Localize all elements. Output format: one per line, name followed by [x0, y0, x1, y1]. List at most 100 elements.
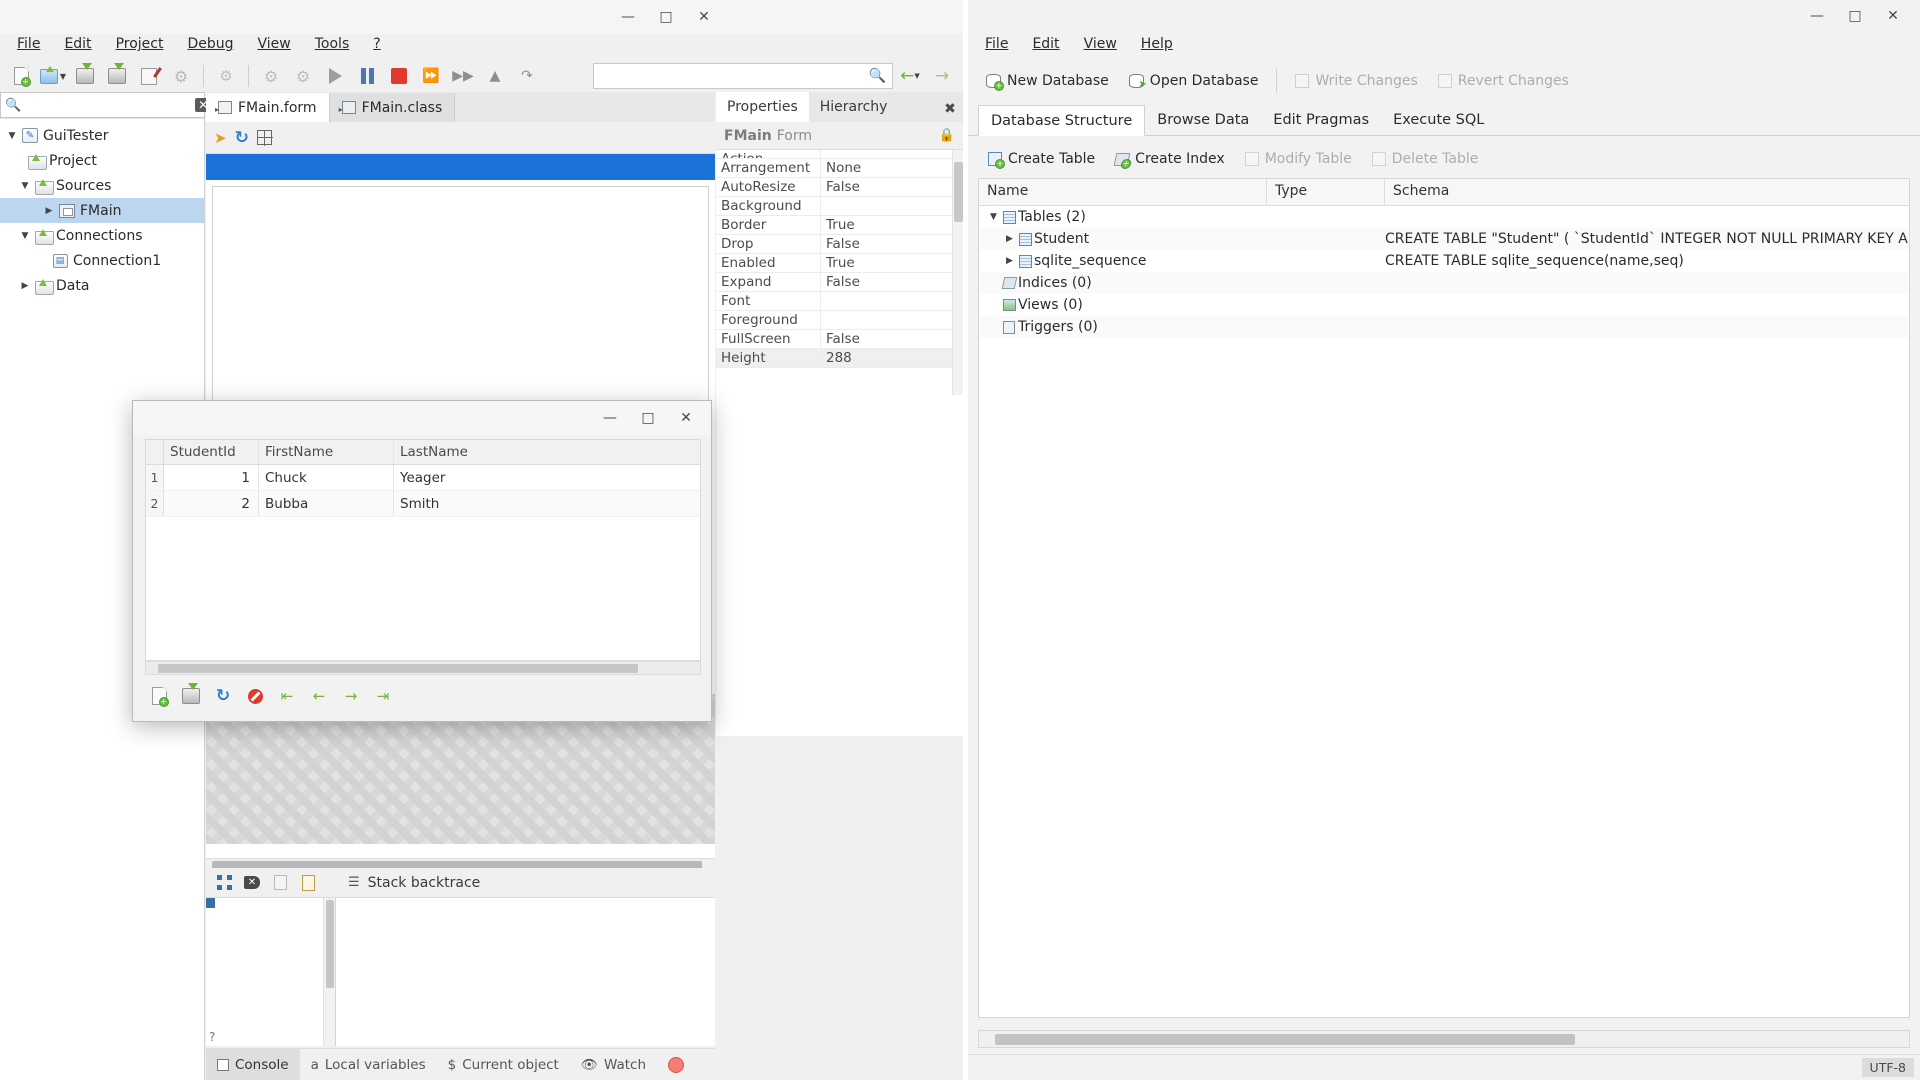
delete-table-button[interactable]: Delete Table — [1362, 146, 1489, 172]
scroll-thumb[interactable] — [326, 900, 334, 988]
refresh-icon[interactable]: ↻ — [209, 682, 237, 710]
cell-lastname[interactable]: Smith — [394, 491, 700, 516]
cancel-icon[interactable] — [241, 682, 269, 710]
tab-local-variables[interactable]: a Local variables — [300, 1049, 437, 1080]
save-icon[interactable] — [70, 61, 100, 91]
property-value[interactable] — [821, 311, 963, 329]
grid-icon[interactable] — [257, 130, 272, 145]
run-form-icon[interactable]: ➤ — [214, 129, 227, 147]
open-database-button[interactable]: ➤ Open Database — [1119, 68, 1269, 94]
property-value[interactable]: False — [821, 235, 963, 253]
write-changes-button[interactable]: Write Changes — [1285, 68, 1427, 94]
form-selection-band[interactable] — [206, 154, 715, 180]
step-out-icon[interactable]: ▲ — [480, 61, 510, 91]
tab-fmain-class[interactable]: ▸ FMain.class — [330, 93, 456, 122]
db-tree-hscrollbar[interactable] — [978, 1030, 1910, 1048]
first-icon[interactable]: ⇤ — [273, 682, 301, 710]
property-row[interactable]: Expand False — [716, 273, 963, 292]
properties-vscrollbar[interactable] — [952, 150, 963, 395]
close-button[interactable]: ✕ — [1874, 2, 1912, 30]
create-table-button[interactable]: + Create Table — [978, 146, 1105, 172]
property-row[interactable]: Background — [716, 197, 963, 216]
property-row[interactable]: Drop False — [716, 235, 963, 254]
tree-row-views[interactable]: Views (0) — [979, 294, 1909, 316]
property-row[interactable]: Arrangement None — [716, 159, 963, 178]
project-search-box[interactable]: 🔍 ✕ ✖ — [0, 92, 205, 118]
compile-icon[interactable]: ⚙ — [256, 61, 286, 91]
save-record-icon[interactable] — [177, 682, 205, 710]
property-value[interactable]: 288 — [821, 349, 963, 367]
pause-icon[interactable] — [352, 61, 382, 91]
clear-icon[interactable]: ✕ — [240, 871, 264, 895]
scroll-thumb[interactable] — [158, 664, 638, 673]
paste-icon[interactable] — [296, 871, 320, 895]
maximize-button[interactable]: □ — [647, 3, 685, 31]
property-value[interactable]: False — [821, 330, 963, 348]
tree-item-guitester[interactable]: ▼ ✎ GuiTester — [0, 123, 204, 148]
return-icon[interactable]: ↷ — [512, 61, 542, 91]
debug-left-pane[interactable]: ? — [206, 898, 336, 1046]
back-icon[interactable]: ←▼ — [895, 61, 925, 91]
tab-current-object[interactable]: $ Current object — [437, 1049, 570, 1080]
tree-row-indices[interactable]: Indices (0) — [979, 272, 1909, 294]
new-record-icon[interactable]: + — [145, 682, 173, 710]
data-grid[interactable]: StudentId FirstName LastName 1 1 Chuck Y… — [145, 439, 701, 661]
menu-edit[interactable]: Edit — [53, 32, 102, 56]
chevron-down-icon[interactable]: ▼ — [987, 212, 1000, 222]
chevron-right-icon[interactable]: ▶ — [1003, 256, 1016, 266]
column-header-lastname[interactable]: LastName — [394, 440, 700, 464]
revert-changes-button[interactable]: Revert Changes — [1428, 68, 1579, 94]
tab-browse-data[interactable]: Browse Data — [1145, 104, 1261, 135]
step-into-icon[interactable]: ▶▶ — [448, 61, 478, 91]
cell-studentid[interactable]: 2 — [164, 491, 259, 516]
create-index-button[interactable]: + Create Index — [1105, 146, 1235, 172]
menu-tools[interactable]: Tools — [304, 32, 361, 56]
minimize-button[interactable]: — — [1798, 2, 1836, 30]
property-row[interactable]: AutoResize False — [716, 178, 963, 197]
tree-item-data[interactable]: ▶ Data — [0, 273, 204, 298]
menu-edit[interactable]: Edit — [1021, 32, 1070, 56]
save-all-icon[interactable] — [102, 61, 132, 91]
tab-console[interactable]: Console — [206, 1049, 300, 1080]
close-button[interactable]: ✕ — [685, 3, 723, 31]
chevron-right-icon[interactable]: ▶ — [17, 281, 33, 291]
settings-icon[interactable]: ⚙ — [166, 61, 196, 91]
properties-list[interactable]: Action Arrangement None AutoResize False… — [716, 150, 963, 395]
tree-item-connections[interactable]: ▼ Connections — [0, 223, 204, 248]
chevron-down-icon[interactable]: ▼ — [17, 181, 33, 191]
column-header-type[interactable]: Type — [1267, 179, 1385, 205]
cell-lastname[interactable]: Yeager — [394, 465, 700, 490]
global-search-input[interactable] — [600, 68, 869, 85]
chevron-right-icon[interactable]: ▶ — [41, 206, 57, 216]
tree-item-connection1[interactable]: ▤ Connection1 — [0, 248, 204, 273]
maximize-button[interactable]: □ — [629, 404, 667, 432]
debug-vscrollbar[interactable] — [323, 898, 335, 1046]
tree-row-triggers[interactable]: Triggers (0) — [979, 316, 1909, 338]
column-header-name[interactable]: Name — [979, 179, 1267, 205]
debug-right-pane[interactable] — [336, 898, 715, 1046]
tree-item-project[interactable]: Project — [0, 148, 204, 173]
property-value[interactable]: None — [821, 159, 963, 177]
record-button[interactable] — [657, 1049, 695, 1080]
property-row[interactable]: Font — [716, 292, 963, 311]
minimize-button[interactable]: — — [591, 404, 629, 432]
reload-form-icon[interactable]: ↻ — [235, 128, 249, 148]
property-row[interactable]: Foreground — [716, 311, 963, 330]
tab-watch[interactable]: 👁 Watch — [570, 1049, 657, 1080]
property-value[interactable] — [821, 150, 963, 158]
property-row[interactable]: Border True — [716, 216, 963, 235]
property-row[interactable]: FullScreen False — [716, 330, 963, 349]
scroll-thumb[interactable] — [995, 1034, 1575, 1045]
column-header-firstname[interactable]: FirstName — [259, 440, 394, 464]
property-value[interactable]: True — [821, 254, 963, 272]
tree-row-sqlite-sequence[interactable]: ▶ sqlite_sequence CREATE TABLE sqlite_se… — [979, 250, 1909, 272]
refactor-icon[interactable]: ⚙ — [211, 61, 241, 91]
tab-database-structure[interactable]: Database Structure — [978, 105, 1145, 136]
stop-icon[interactable] — [384, 61, 414, 91]
tab-execute-sql[interactable]: Execute SQL — [1381, 104, 1496, 135]
property-value[interactable]: False — [821, 178, 963, 196]
property-value[interactable]: True — [821, 216, 963, 234]
chevron-down-icon[interactable]: ▼ — [4, 131, 20, 141]
menu-help[interactable]: ? — [362, 32, 391, 56]
cell-firstname[interactable]: Bubba — [259, 491, 394, 516]
